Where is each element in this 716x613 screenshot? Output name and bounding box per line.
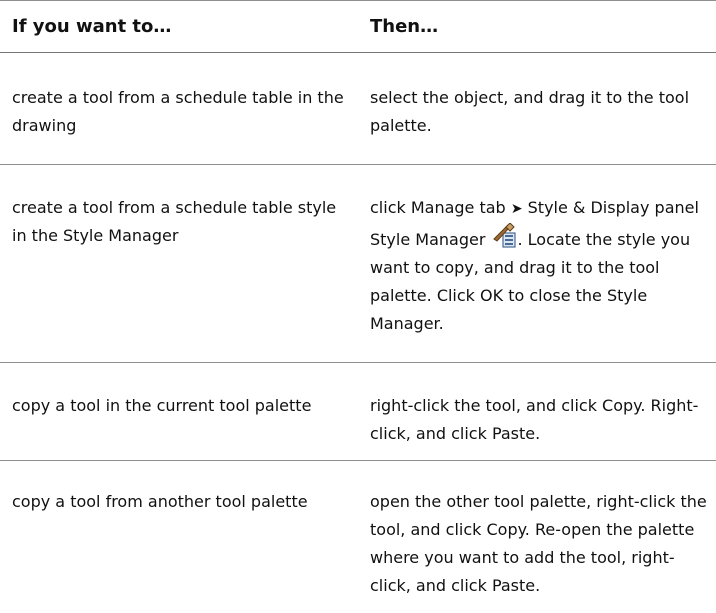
row-2-action: create a tool from a schedule table styl… bbox=[12, 198, 337, 245]
row-1-action: create a tool from a schedule table in t… bbox=[12, 88, 344, 135]
step-style-manager: Style Manager bbox=[370, 230, 486, 249]
row-3-steps: right-click the tool, and click Copy. Ri… bbox=[370, 396, 699, 443]
table-top-rule bbox=[0, 0, 716, 1]
row-1-steps: select the object, and drag it to the to… bbox=[370, 88, 690, 135]
step-style-display-panel: Style & Display panel bbox=[527, 198, 699, 217]
header-rule bbox=[0, 52, 716, 53]
row-divider bbox=[0, 460, 716, 461]
row-divider bbox=[0, 362, 716, 363]
step-manage-tab: click Manage tab bbox=[370, 198, 506, 217]
row-2-steps: click Manage tab ➤ Style & Display panel… bbox=[370, 194, 715, 338]
header-col-if-you-want-to: If you want to… bbox=[12, 16, 172, 37]
header-col-then: Then… bbox=[370, 16, 439, 37]
row-divider bbox=[0, 164, 716, 165]
row-4-steps: open the other tool palette, right-click… bbox=[370, 492, 707, 595]
row-3-action: copy a tool in the current tool palette bbox=[12, 396, 312, 415]
row-4-action: copy a tool from another tool palette bbox=[12, 492, 308, 511]
style-manager-icon bbox=[492, 222, 518, 249]
arrow-separator-icon: ➤ bbox=[510, 201, 523, 217]
